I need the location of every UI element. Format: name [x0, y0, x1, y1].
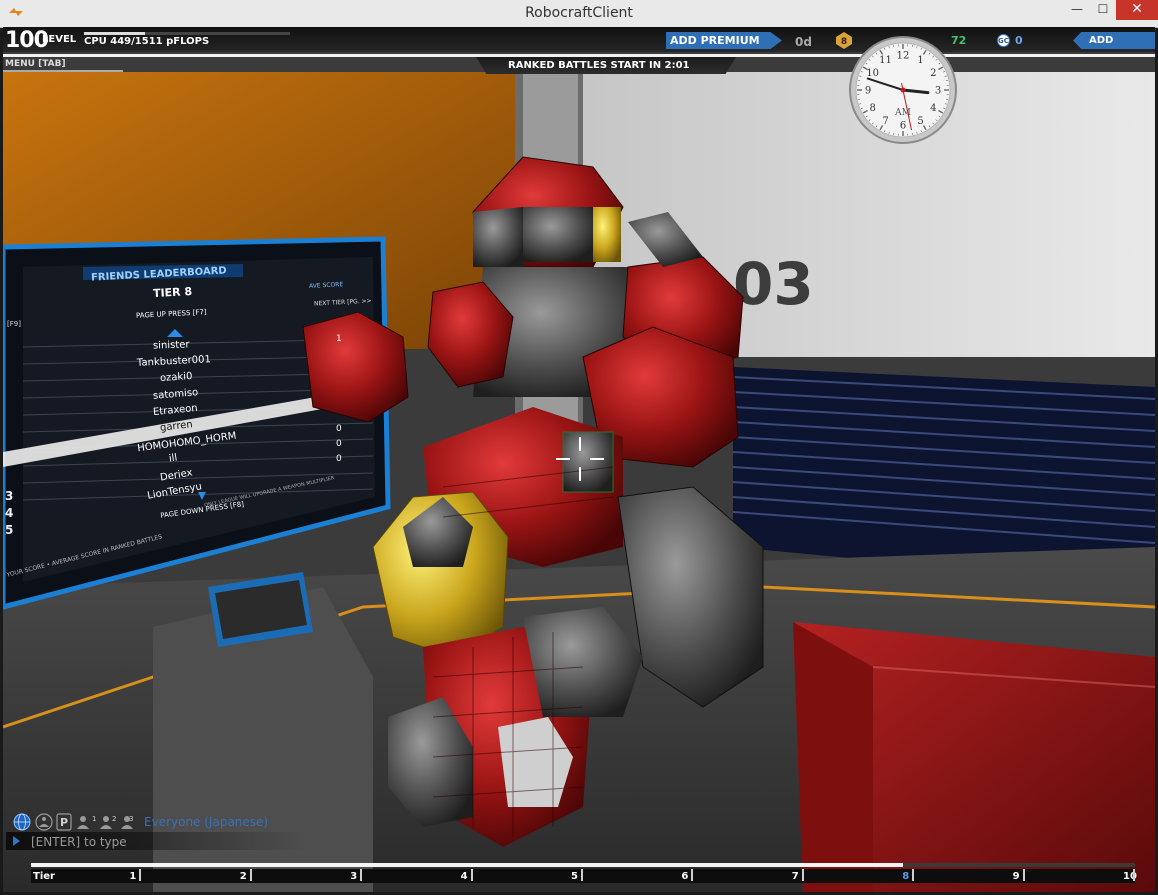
cpu-readout: CPU 449/1511 pFLOPS: [84, 36, 210, 47]
tier-label-2: 2: [239, 871, 247, 882]
game-viewport[interactable]: 03 100 LEVEL CPU 449/1511 pFLOPS ADD PRE…: [3, 27, 1155, 892]
tier-tick: [249, 869, 252, 881]
gc-value: 0: [1015, 34, 1023, 47]
clock-numeral: 9: [865, 86, 871, 97]
tier-tick: [801, 869, 804, 881]
premium-days: 0d: [795, 35, 812, 49]
clock-numeral: 2: [930, 68, 936, 79]
tier-tick: [912, 869, 915, 881]
leaderboard-rank-number: 5: [5, 523, 14, 537]
leaderboard-player-score: 0: [336, 439, 342, 449]
svg-text:1: 1: [92, 815, 96, 823]
clock-numeral: 3: [935, 86, 941, 97]
tier-tick: [1022, 869, 1025, 881]
leaderboard-player-score: 0: [336, 424, 342, 434]
user-2-icon[interactable]: 2: [100, 815, 116, 829]
tier-progress-fill: [31, 863, 904, 867]
hud-divider: [3, 54, 1155, 57]
tier-label-5: 5: [571, 871, 578, 882]
leaderboard-player-name: sinister: [153, 339, 191, 352]
close-button[interactable]: ✕: [1116, 0, 1158, 20]
red-crate: [793, 622, 1155, 892]
tier-label-9: 9: [1012, 871, 1020, 882]
tier-tick: [691, 869, 694, 881]
clock-numeral: 11: [879, 55, 892, 66]
clock-widget[interactable]: 12 1234567891011 AM: [848, 35, 958, 145]
tier-progress-track: [31, 863, 1135, 867]
clock-numeral: 6: [900, 121, 906, 132]
tier-tick: [1133, 869, 1135, 881]
tier-tick: [139, 869, 142, 881]
clock-numeral: 4: [930, 103, 936, 114]
player-level-label: LEVEL: [42, 34, 77, 45]
leaderboard-f9-hint: [F9]: [7, 320, 21, 328]
globe-icon[interactable]: [13, 813, 31, 831]
clock-numeral: 5: [917, 116, 923, 127]
party-icon[interactable]: P: [56, 813, 72, 831]
wall-number: 03: [733, 250, 814, 318]
chat-channel-label[interactable]: Everyone (Japanese): [144, 815, 268, 829]
friends-icon[interactable]: [35, 813, 53, 831]
maximize-button[interactable]: ☐: [1090, 0, 1116, 20]
add-funds-button[interactable]: ADD FUNDS: [1073, 32, 1155, 49]
chat-filter-icons: P 1 2 3: [13, 813, 133, 831]
tier-label-7: 7: [791, 871, 799, 882]
svg-text:P: P: [60, 816, 68, 829]
leaderboard-player-score: 0: [336, 454, 342, 464]
chat-send-arrow-icon: [13, 836, 20, 846]
clock-numeral: 1: [917, 55, 923, 66]
menu-tab-button[interactable]: MENU [TAB]: [5, 59, 66, 69]
clock-numeral: 8: [870, 103, 876, 114]
leaderboard-player-score: 1: [336, 334, 342, 344]
tier-tick: [360, 869, 363, 881]
tier-scale-title: Tier: [33, 871, 55, 882]
window-title: RobocraftClient: [525, 5, 633, 21]
rank-badge-value: 8: [841, 37, 847, 47]
cpu-bar: [84, 32, 290, 35]
tier-label-3: 3: [350, 871, 358, 882]
menu-underline: [3, 70, 123, 72]
minimize-button[interactable]: —: [1064, 0, 1090, 20]
tier-label-4: 4: [460, 871, 468, 882]
svg-text:2: 2: [112, 815, 116, 823]
tier-label-1: 1: [129, 871, 137, 882]
tier-label-6: 6: [681, 871, 689, 882]
tier-tick: [581, 869, 583, 881]
tier-label-8: 8: [902, 871, 910, 882]
leaderboard-tier: TIER 8: [152, 284, 193, 301]
gc-currency-icon: GC: [997, 34, 1010, 47]
clock-numeral: 7: [882, 116, 888, 127]
top-hud: 100 LEVEL CPU 449/1511 pFLOPS ADD PREMIU…: [3, 27, 1155, 53]
add-premium-button[interactable]: ADD PREMIUM: [666, 32, 782, 49]
cpu-bar-fill: [84, 32, 146, 35]
clock-numeral: 12: [897, 51, 910, 62]
leaderboard-rank-number: 4: [5, 506, 14, 520]
user-3-icon[interactable]: 3: [121, 815, 133, 829]
tier-tick: [470, 869, 473, 881]
user-1-icon[interactable]: 1: [77, 815, 96, 829]
svg-text:3: 3: [129, 815, 133, 823]
chat-input[interactable]: [31, 834, 271, 850]
leaderboard-rank-number: 3: [5, 489, 14, 503]
clock-numeral: 10: [866, 68, 879, 79]
window-titlebar: RobocraftClient — ☐ ✕: [0, 0, 1158, 28]
ranked-countdown-text: RANKED BATTLES START IN 2:01: [508, 60, 690, 71]
tier-scale: [31, 869, 1135, 883]
